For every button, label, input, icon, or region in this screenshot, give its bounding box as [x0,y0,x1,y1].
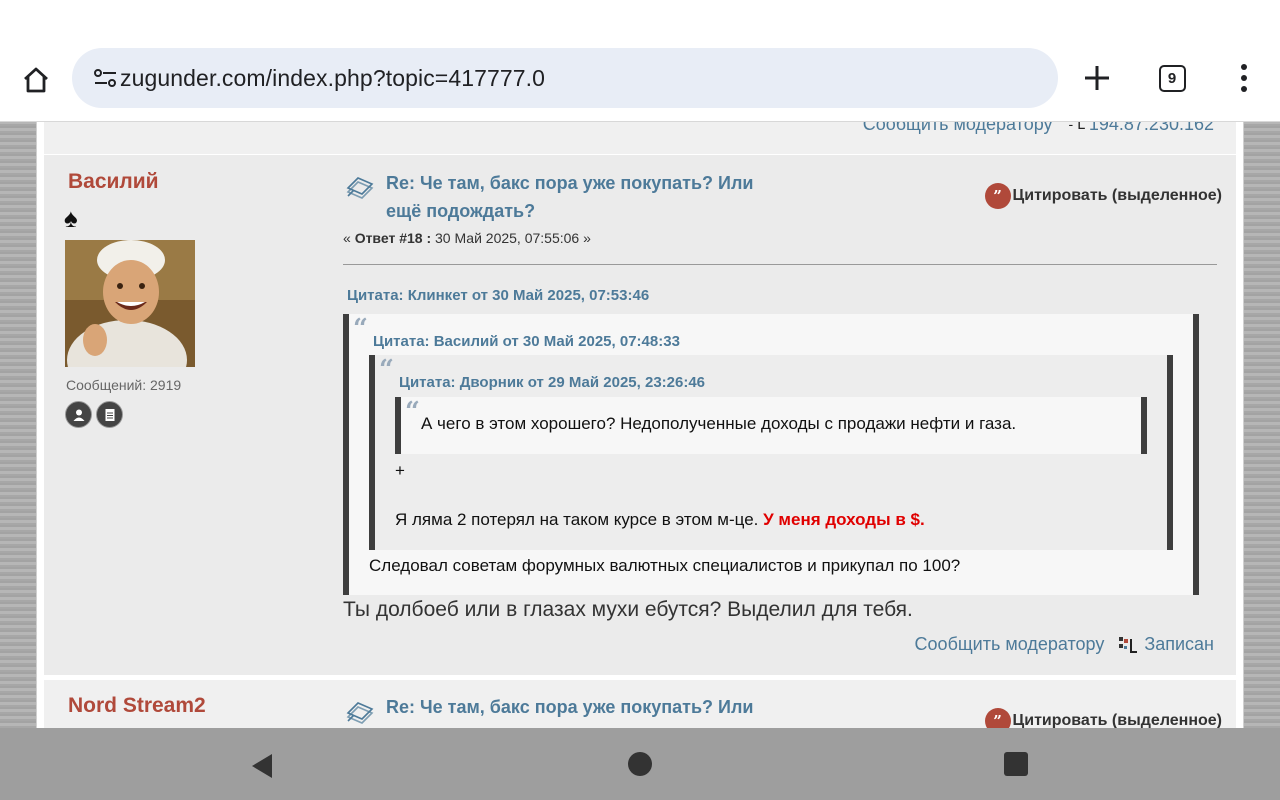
quote-block: “ Цитата: Василий от 30 Май 2025, 07:48:… [343,314,1199,595]
previous-post: Сообщить модератору - ᒪ 194.87.230.162 [44,122,1236,154]
browser-toolbar: zugunder.com/index.php?topic=417777.0 9 [0,0,1280,122]
logged-item: Записан [1118,634,1214,655]
report-moderator-link[interactable]: Сообщить модератору [915,634,1105,655]
forum-post: Василий ♠ Сообщений: 2919 Re: Че там, ба… [44,155,1236,675]
quote-button-label: Цитировать (выделенное) [1012,712,1222,728]
reply-number[interactable]: Ответ #18 : [355,230,431,246]
menu-dot-icon [1241,75,1247,81]
post-body: Ты долбоеб или в глазах мухи ебутся? Выд… [343,598,913,621]
menu-dot-icon [1241,86,1247,92]
quote-button[interactable]: ” Цитировать (выделенное) [984,708,1222,728]
post-subject-line[interactable]: ещё подождать? [386,197,786,225]
post-meta: « Ответ #18 : 30 Май 2025, 07:55:06 » [343,230,591,246]
quote-block: “ А чего в этом хорошего? Недополученные… [395,397,1147,454]
page-viewport[interactable]: Сообщить модератору - ᒪ 194.87.230.162 В… [0,122,1280,728]
quote-text: + [395,461,405,480]
quote-mark-icon: “ [353,314,368,344]
address-bar[interactable]: zugunder.com/index.php?topic=417777.0 [72,48,1058,108]
forum-post: Nord Stream2 Re: Че там, бакс пора уже п… [44,680,1236,728]
message-count: Сообщений: 2919 [66,377,182,393]
quote-text-highlight: У меня доходы в $. [763,510,925,529]
plus-icon [1085,66,1109,90]
post-subject[interactable]: Re: Че там, бакс пора уже покупать? Или … [386,169,786,225]
quote-header[interactable]: Цитата: Клинкет от 30 Май 2025, 07:53:46 [347,287,649,304]
recent-apps-icon[interactable] [1004,752,1028,776]
profile-icon[interactable] [65,401,92,428]
post-subject-line[interactable]: Re: Че там, бакс пора уже покупать? Или [386,693,786,721]
quote-icon: ” [984,183,1011,209]
home-nav-icon[interactable] [628,752,652,776]
quote-button-label: Цитировать (выделенное) [1012,187,1222,204]
meta-prefix: « [343,230,355,246]
browser-menu-button[interactable] [1222,56,1266,100]
system-navigation-bar [0,728,1280,800]
rank-icon: ♠ [64,203,78,233]
home-button[interactable] [14,58,58,102]
tab-switcher-button[interactable]: 9 [1150,56,1194,100]
quote-icon: ” [984,708,1011,728]
ip-link: - ᒪ 194.87.230.162 [1069,122,1214,135]
site-settings-icon[interactable] [72,48,120,108]
quote-text-normal: Я ляма 2 потерял на таком курсе в этом м… [395,510,764,529]
quote-mark-icon: “ [379,355,394,385]
quote-block: “ Цитата: Дворник от 29 Май 2025, 23:26:… [369,355,1173,550]
url-text[interactable]: zugunder.com/index.php?topic=417777.0 [120,65,545,92]
post-subject[interactable]: Re: Че там, бакс пора уже покупать? Или [386,693,786,721]
post-subject-line[interactable]: Re: Че там, бакс пора уже покупать? Или [386,169,786,197]
quote-text: Следовал советам форумных валютных специ… [369,556,961,575]
tab-count: 9 [1158,64,1186,92]
back-icon[interactable] [248,752,276,780]
ip-address[interactable]: 194.87.230.162 [1089,122,1214,135]
avatar [65,240,195,367]
poster-name[interactable]: Василий [68,170,159,194]
posts-icon[interactable] [96,401,123,428]
topic-icon [346,702,374,724]
home-icon [24,67,48,93]
quote-mark-icon: “ [405,397,420,427]
post-footer: Сообщить модератору Записан [915,634,1214,655]
topic-icon [346,177,374,199]
poster-name[interactable]: Nord Stream2 [68,694,206,718]
menu-dot-icon [1241,64,1247,70]
logged-label[interactable]: Записан [1144,634,1214,655]
logged-icon [1119,636,1138,653]
previous-post-footer: Сообщить модератору - ᒪ 194.87.230.162 [863,122,1214,135]
new-tab-button[interactable] [1075,56,1119,100]
post-date: 30 Май 2025, 07:55:06 » [431,230,591,246]
quote-header[interactable]: Цитата: Дворник от 29 Май 2025, 23:26:46 [399,374,705,391]
report-moderator-link[interactable]: Сообщить модератору [863,122,1053,135]
quote-text: А чего в этом хорошего? Недополученные д… [421,414,1017,433]
quote-button[interactable]: ” Цитировать (выделенное) [984,183,1222,209]
ip-icon: - ᒪ [1068,122,1085,132]
quote-text: Я ляма 2 потерял на таком курсе в этом м… [395,510,925,530]
quote-header[interactable]: Цитата: Василий от 30 Май 2025, 07:48:33 [373,333,680,350]
divider [343,264,1217,265]
profile-icons [65,401,123,428]
